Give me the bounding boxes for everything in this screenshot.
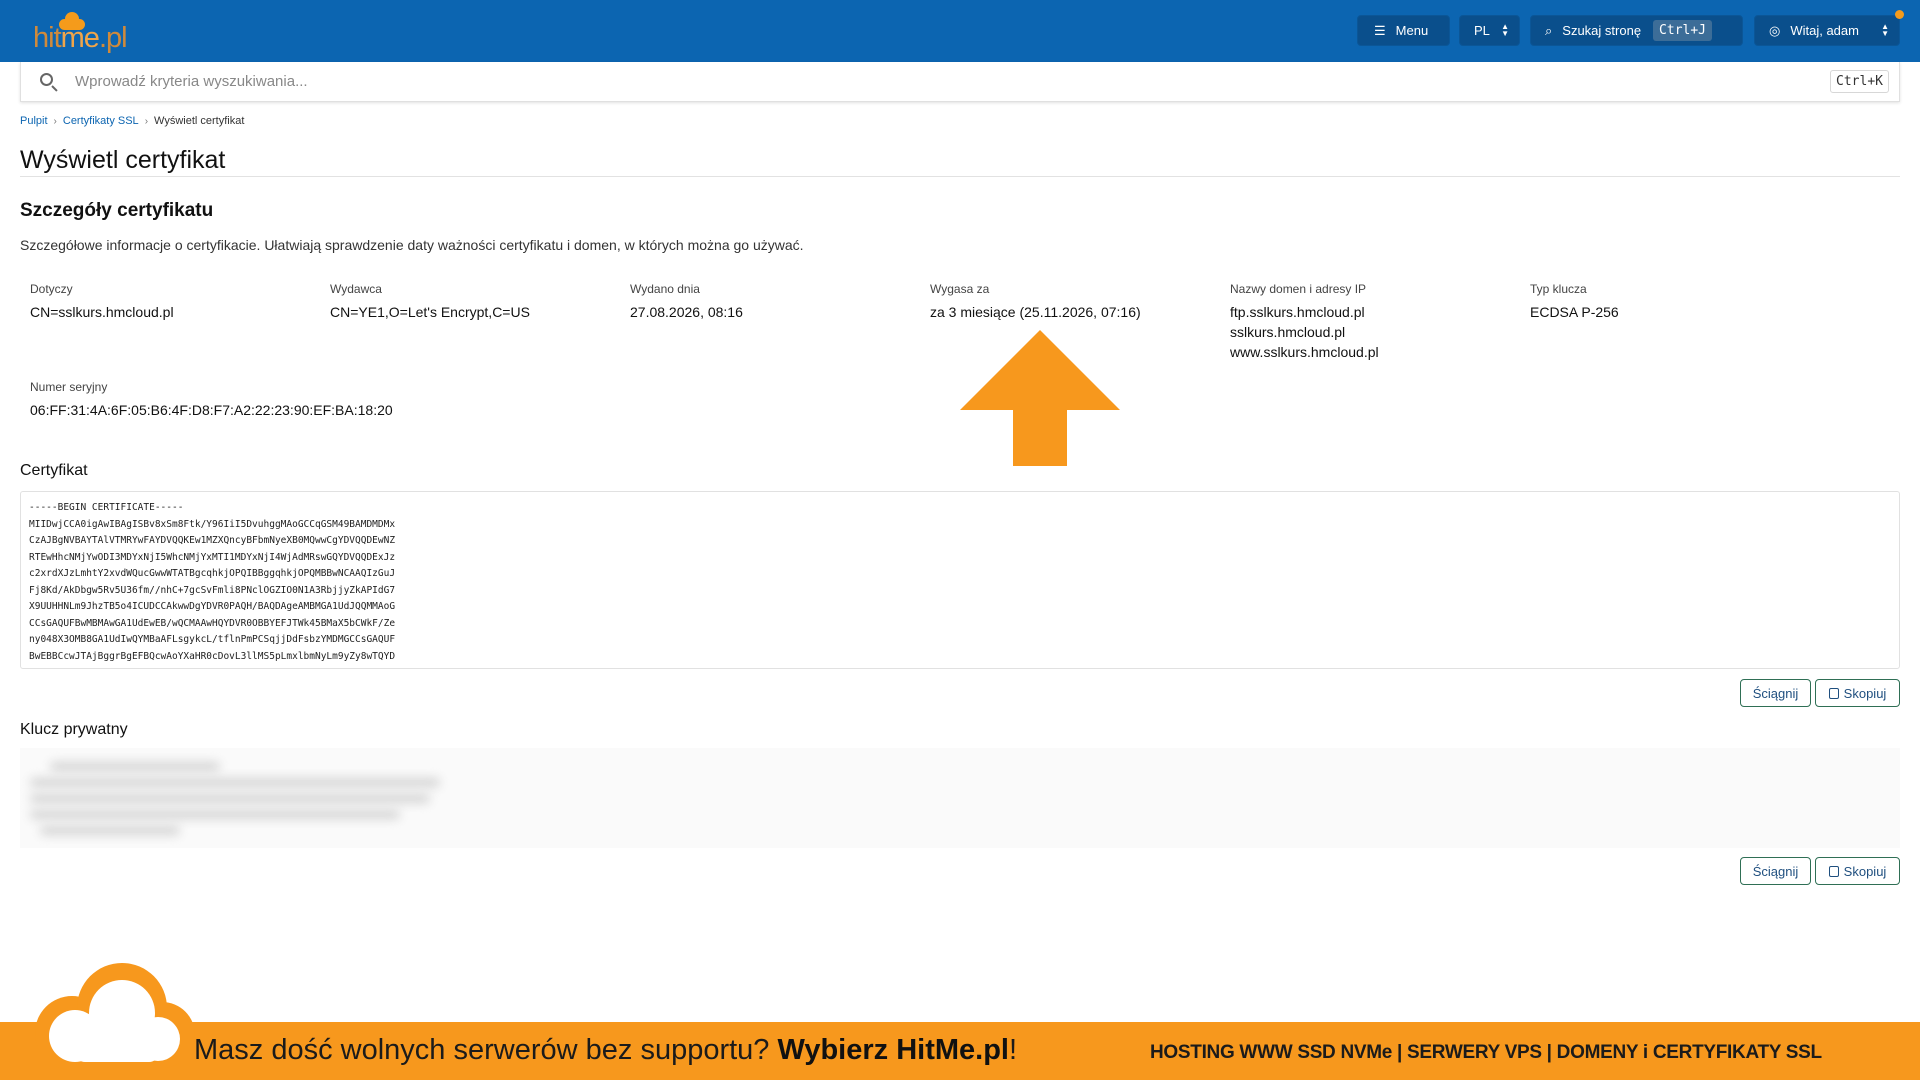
breadcrumb-link-ssl[interactable]: Certyfikaty SSL <box>63 115 139 127</box>
menu-label: Menu <box>1395 23 1429 38</box>
download-private-key-button[interactable]: Ściągnij <box>1740 857 1811 885</box>
field-value: ECDSA P-256 <box>1530 304 1619 320</box>
field-label: Nazwy domen i adresy IP <box>1230 282 1367 296</box>
page-title: Wyświetl certyfikat <box>20 146 226 174</box>
copy-icon <box>1828 865 1839 877</box>
certificate-text: -----BEGIN CERTIFICATE----- MIIDwjCCA0ig… <box>29 502 396 662</box>
global-search-bar: Ctrl+K <box>20 62 1900 102</box>
copy-certificate-button[interactable]: Skopiuj <box>1815 679 1900 707</box>
field-label: Wygasa za <box>930 282 990 296</box>
page-search-label: Szukaj stronę <box>1562 23 1642 38</box>
menu-button[interactable]: ☰ Menu <box>1357 15 1450 46</box>
language-label: PL <box>1474 23 1490 38</box>
certificate-title: Certyfikat <box>20 462 88 479</box>
private-key-textarea-blurred[interactable] <box>20 748 1900 848</box>
search-input[interactable] <box>75 73 1775 90</box>
breadcrumb-current: Wyświetl certyfikat <box>154 115 245 127</box>
search-icon <box>39 72 59 92</box>
user-menu-button[interactable]: ◎ Witaj, adam ▲ ▼ <box>1754 15 1900 46</box>
user-circle-icon: ◎ <box>1769 22 1781 38</box>
download-label: Ściągnij <box>1752 863 1799 879</box>
field-value: CN=YE1,O=Let's Encrypt,C=US <box>330 304 530 320</box>
field-value: 27.08.2026, 08:16 <box>630 304 743 320</box>
hamburger-icon: ☰ <box>1374 22 1386 38</box>
field-label: Wydano dnia <box>630 282 700 296</box>
cloud-icon <box>35 963 195 1070</box>
field-issued-date: Wydano dnia 27.08.2026, 08:16 <box>630 282 743 322</box>
breadcrumb-link-dashboard[interactable]: Pulpit <box>20 115 48 127</box>
field-subject: Dotyczy CN=sslkurs.hmcloud.pl <box>30 282 174 322</box>
page-search-button[interactable]: ⌕ Szukaj stronę Ctrl+J <box>1530 15 1743 46</box>
field-value: 06:FF:31:4A:6F:05:B6:4F:D8:F7:A2:22:23:9… <box>30 402 393 418</box>
field-key-type: Typ klucza ECDSA P-256 <box>1530 282 1619 322</box>
user-greeting: Witaj, adam <box>1790 23 1859 38</box>
copy-icon <box>1828 687 1839 699</box>
copy-label: Skopiuj <box>1843 863 1887 879</box>
section-description: Szczegółowe informacje o certyfikacie. U… <box>20 237 804 253</box>
up-arrow-annotation <box>960 330 1120 466</box>
field-domains: Nazwy domen i adresy IP ftp.sslkurs.hmcl… <box>1230 282 1379 362</box>
logo-text: hitme.pl <box>33 22 128 54</box>
notification-dot <box>1895 10 1904 19</box>
field-issuer: Wydawca CN=YE1,O=Let's Encrypt,C=US <box>330 282 530 322</box>
private-key-title: Klucz prywatny <box>20 721 128 738</box>
field-value: CN=sslkurs.hmcloud.pl <box>30 304 174 320</box>
chevron-updown-icon: ▲ ▼ <box>1881 22 1889 38</box>
section-title: Szczegóły certyfikatu <box>20 200 214 221</box>
search-shortcut-badge: Ctrl+K <box>1830 70 1889 93</box>
search-icon: ⌕ <box>1545 22 1553 38</box>
field-label: Numer seryjny <box>30 380 108 394</box>
chevron-right-icon: › <box>144 115 149 127</box>
certificate-textarea[interactable]: -----BEGIN CERTIFICATE----- MIIDwjCCA0ig… <box>20 491 1900 669</box>
breadcrumb: Pulpit › Certyfikaty SSL › Wyświetl cert… <box>20 115 244 127</box>
domain-item: www.sslkurs.hmcloud.pl <box>1230 344 1379 360</box>
banner-services: HOSTING WWW SSD NVMe | SERWERY VPS | DOM… <box>1150 1042 1822 1063</box>
domain-item: ftp.sslkurs.hmcloud.pl <box>1230 304 1365 320</box>
language-select[interactable]: PL ▲ ▼ <box>1459 15 1520 46</box>
chevron-updown-icon: ▲ ▼ <box>1501 22 1509 38</box>
field-expires: Wygasa za za 3 miesiące (25.11.2026, 07:… <box>930 282 1141 322</box>
field-label: Dotyczy <box>30 282 73 296</box>
field-label: Typ klucza <box>1530 282 1587 296</box>
divider <box>20 176 1900 177</box>
chevron-right-icon: › <box>53 115 57 127</box>
copy-private-key-button[interactable]: Skopiuj <box>1815 857 1900 885</box>
field-value: za 3 miesiące (25.11.2026, 07:16) <box>930 304 1141 320</box>
top-navbar: hitme.pl ☰ Menu PL ▲ ▼ ⌕ Szukaj stronę Ct… <box>0 0 1920 62</box>
hitme-logo[interactable]: hitme.pl <box>33 10 133 54</box>
field-label: Wydawca <box>330 282 382 296</box>
copy-label: Skopiuj <box>1843 685 1887 701</box>
banner-slogan[interactable]: Masz dość wolnych serwerów bez supportu?… <box>194 1034 1017 1067</box>
download-label: Ściągnij <box>1752 685 1799 701</box>
field-serial-number: Numer seryjny 06:FF:31:4A:6F:05:B6:4F:D8… <box>30 380 393 420</box>
download-certificate-button[interactable]: Ściągnij <box>1740 679 1811 707</box>
shortcut-badge: Ctrl+J <box>1653 20 1713 41</box>
domain-item: sslkurs.hmcloud.pl <box>1230 324 1346 340</box>
